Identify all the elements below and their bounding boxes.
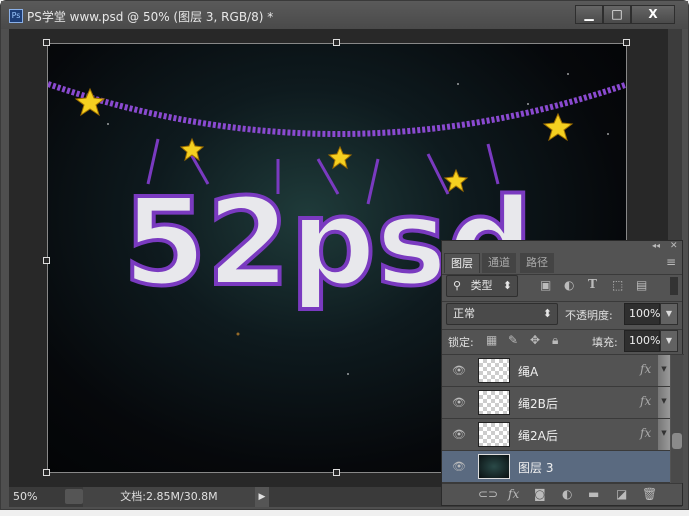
fx-icon[interactable]: fx — [508, 487, 519, 501]
effects-expand-arrow[interactable]: ▼ — [658, 419, 670, 450]
window-title: PS学堂 www.psd @ 50% (图层 3, RGB/8) * — [27, 10, 274, 24]
transform-handle[interactable] — [43, 39, 50, 46]
eye-icon[interactable]: 👁︎ — [452, 396, 466, 409]
layers-scrollbar[interactable] — [671, 355, 683, 483]
opacity-label: 不透明度: — [565, 309, 613, 322]
lock-transparent-icon[interactable]: ▦ — [486, 333, 497, 347]
layers-list: 👁︎ 绳A fx ▼ 👁︎ 绳2B后 fx ▼ 👁︎ 绳2A后 fx ▼ 👁︎ … — [442, 354, 684, 483]
layer-row[interactable]: 👁︎ 绳A fx ▼ — [442, 355, 670, 387]
shape-icon[interactable]: ⬚ — [612, 278, 623, 292]
blend-mode-value: 正常 — [453, 307, 475, 320]
collapse-icon[interactable]: ◂◂ — [652, 241, 660, 250]
panel-menu-icon[interactable]: ≡ — [666, 255, 676, 269]
photoshop-app-icon: Ps — [9, 9, 23, 23]
layer-name: 图层 3 — [518, 461, 554, 475]
link-icon[interactable]: ⊂⊃ — [478, 487, 498, 501]
layer-row-selected[interactable]: 👁︎ 图层 3 — [442, 451, 670, 483]
eye-icon[interactable]: 👁︎ — [452, 460, 466, 473]
layer-thumbnail — [478, 358, 510, 383]
effects-expand-arrow[interactable]: ▼ — [658, 387, 670, 418]
adjustment-icon[interactable]: ◐ — [562, 487, 572, 501]
panel-close-icon[interactable]: ✕ — [670, 241, 678, 251]
filter-kind-select[interactable]: ⚲ 类型 ⬍ — [446, 275, 518, 297]
status-icon[interactable] — [65, 489, 83, 504]
layer-thumbnail — [478, 390, 510, 415]
fill-input[interactable]: 100% — [624, 330, 660, 352]
eye-icon[interactable]: 👁︎ — [452, 364, 466, 377]
status-menu-arrow[interactable]: ▶ — [255, 487, 269, 507]
layer-thumbnail — [478, 422, 510, 447]
document-info: 文档:2.85M/30.8M — [83, 487, 255, 507]
opacity-input[interactable]: 100% — [624, 303, 660, 325]
blend-mode-select[interactable]: 正常 ⬍ — [446, 303, 558, 325]
filter-toggle[interactable] — [670, 277, 678, 295]
lock-label: 锁定: — [448, 336, 474, 349]
filter-kind-label: 类型 — [470, 279, 493, 292]
tab-channels[interactable]: 通道 — [482, 253, 516, 273]
layer-name: 绳2B后 — [518, 397, 558, 411]
lock-position-icon[interactable]: ✥ — [530, 333, 540, 347]
adjustment-icon[interactable]: ◐ — [564, 278, 574, 292]
opacity-slider-button[interactable]: ▼ — [660, 303, 678, 325]
transform-handle[interactable] — [333, 39, 340, 46]
fill-slider-button[interactable]: ▼ — [660, 330, 678, 352]
select-arrows-icon: ⬍ — [502, 279, 512, 292]
type-icon[interactable]: T — [588, 277, 597, 291]
zoom-level[interactable]: 50% — [13, 490, 37, 503]
lock-all-icon[interactable]: 🔒︎ — [552, 333, 558, 348]
title-bar[interactable]: Ps PS学堂 www.psd @ 50% (图层 3, RGB/8) * ▁ … — [1, 1, 688, 29]
transform-handle[interactable] — [623, 39, 630, 46]
trash-icon[interactable]: 🗑︎ — [642, 487, 657, 501]
smart-object-icon[interactable]: ▤ — [636, 278, 647, 292]
layer-name: 绳2A后 — [518, 429, 558, 443]
maximize-button[interactable]: □ — [603, 5, 631, 24]
fx-icon[interactable]: fx — [640, 426, 651, 440]
mask-icon[interactable]: ◙ — [534, 487, 546, 501]
tab-paths[interactable]: 路径 — [520, 253, 554, 273]
fill-label: 填充: — [592, 336, 618, 349]
fx-icon[interactable]: fx — [640, 362, 651, 376]
transform-handle[interactable] — [333, 469, 340, 476]
rope — [48, 81, 626, 137]
layers-panel: ◂◂ ✕ 图层 通道 路径 ≡ ⚲ 类型 ⬍ ▣ ◐ T ⬚ ▤ 正常 ⬍ 不透明… — [441, 240, 684, 506]
search-icon: ⚲ — [453, 279, 462, 292]
lock-image-icon[interactable]: ✎ — [508, 333, 518, 347]
transform-handle[interactable] — [43, 257, 50, 264]
minimize-button[interactable]: ▁ — [575, 5, 603, 24]
layer-row[interactable]: 👁︎ 绳2B后 fx ▼ — [442, 387, 670, 419]
layer-row[interactable]: 👁︎ 绳2A后 fx ▼ — [442, 419, 670, 451]
layer-name: 绳A — [518, 365, 539, 379]
new-layer-icon[interactable]: ◪ — [616, 487, 627, 501]
tab-layers[interactable]: 图层 — [444, 253, 480, 273]
transform-handle[interactable] — [43, 469, 50, 476]
scrollbar-thumb[interactable] — [672, 433, 682, 449]
folder-icon[interactable]: ▬ — [588, 487, 599, 501]
close-button[interactable]: X — [631, 5, 675, 24]
fx-icon[interactable]: fx — [640, 394, 651, 408]
effects-expand-arrow[interactable]: ▼ — [658, 355, 670, 386]
eye-icon[interactable]: 👁︎ — [452, 428, 466, 441]
image-icon[interactable]: ▣ — [540, 278, 551, 292]
panel-footer: ⊂⊃ fx ◙ ◐ ▬ ◪ 🗑︎ — [442, 483, 682, 505]
layer-thumbnail — [478, 454, 510, 479]
